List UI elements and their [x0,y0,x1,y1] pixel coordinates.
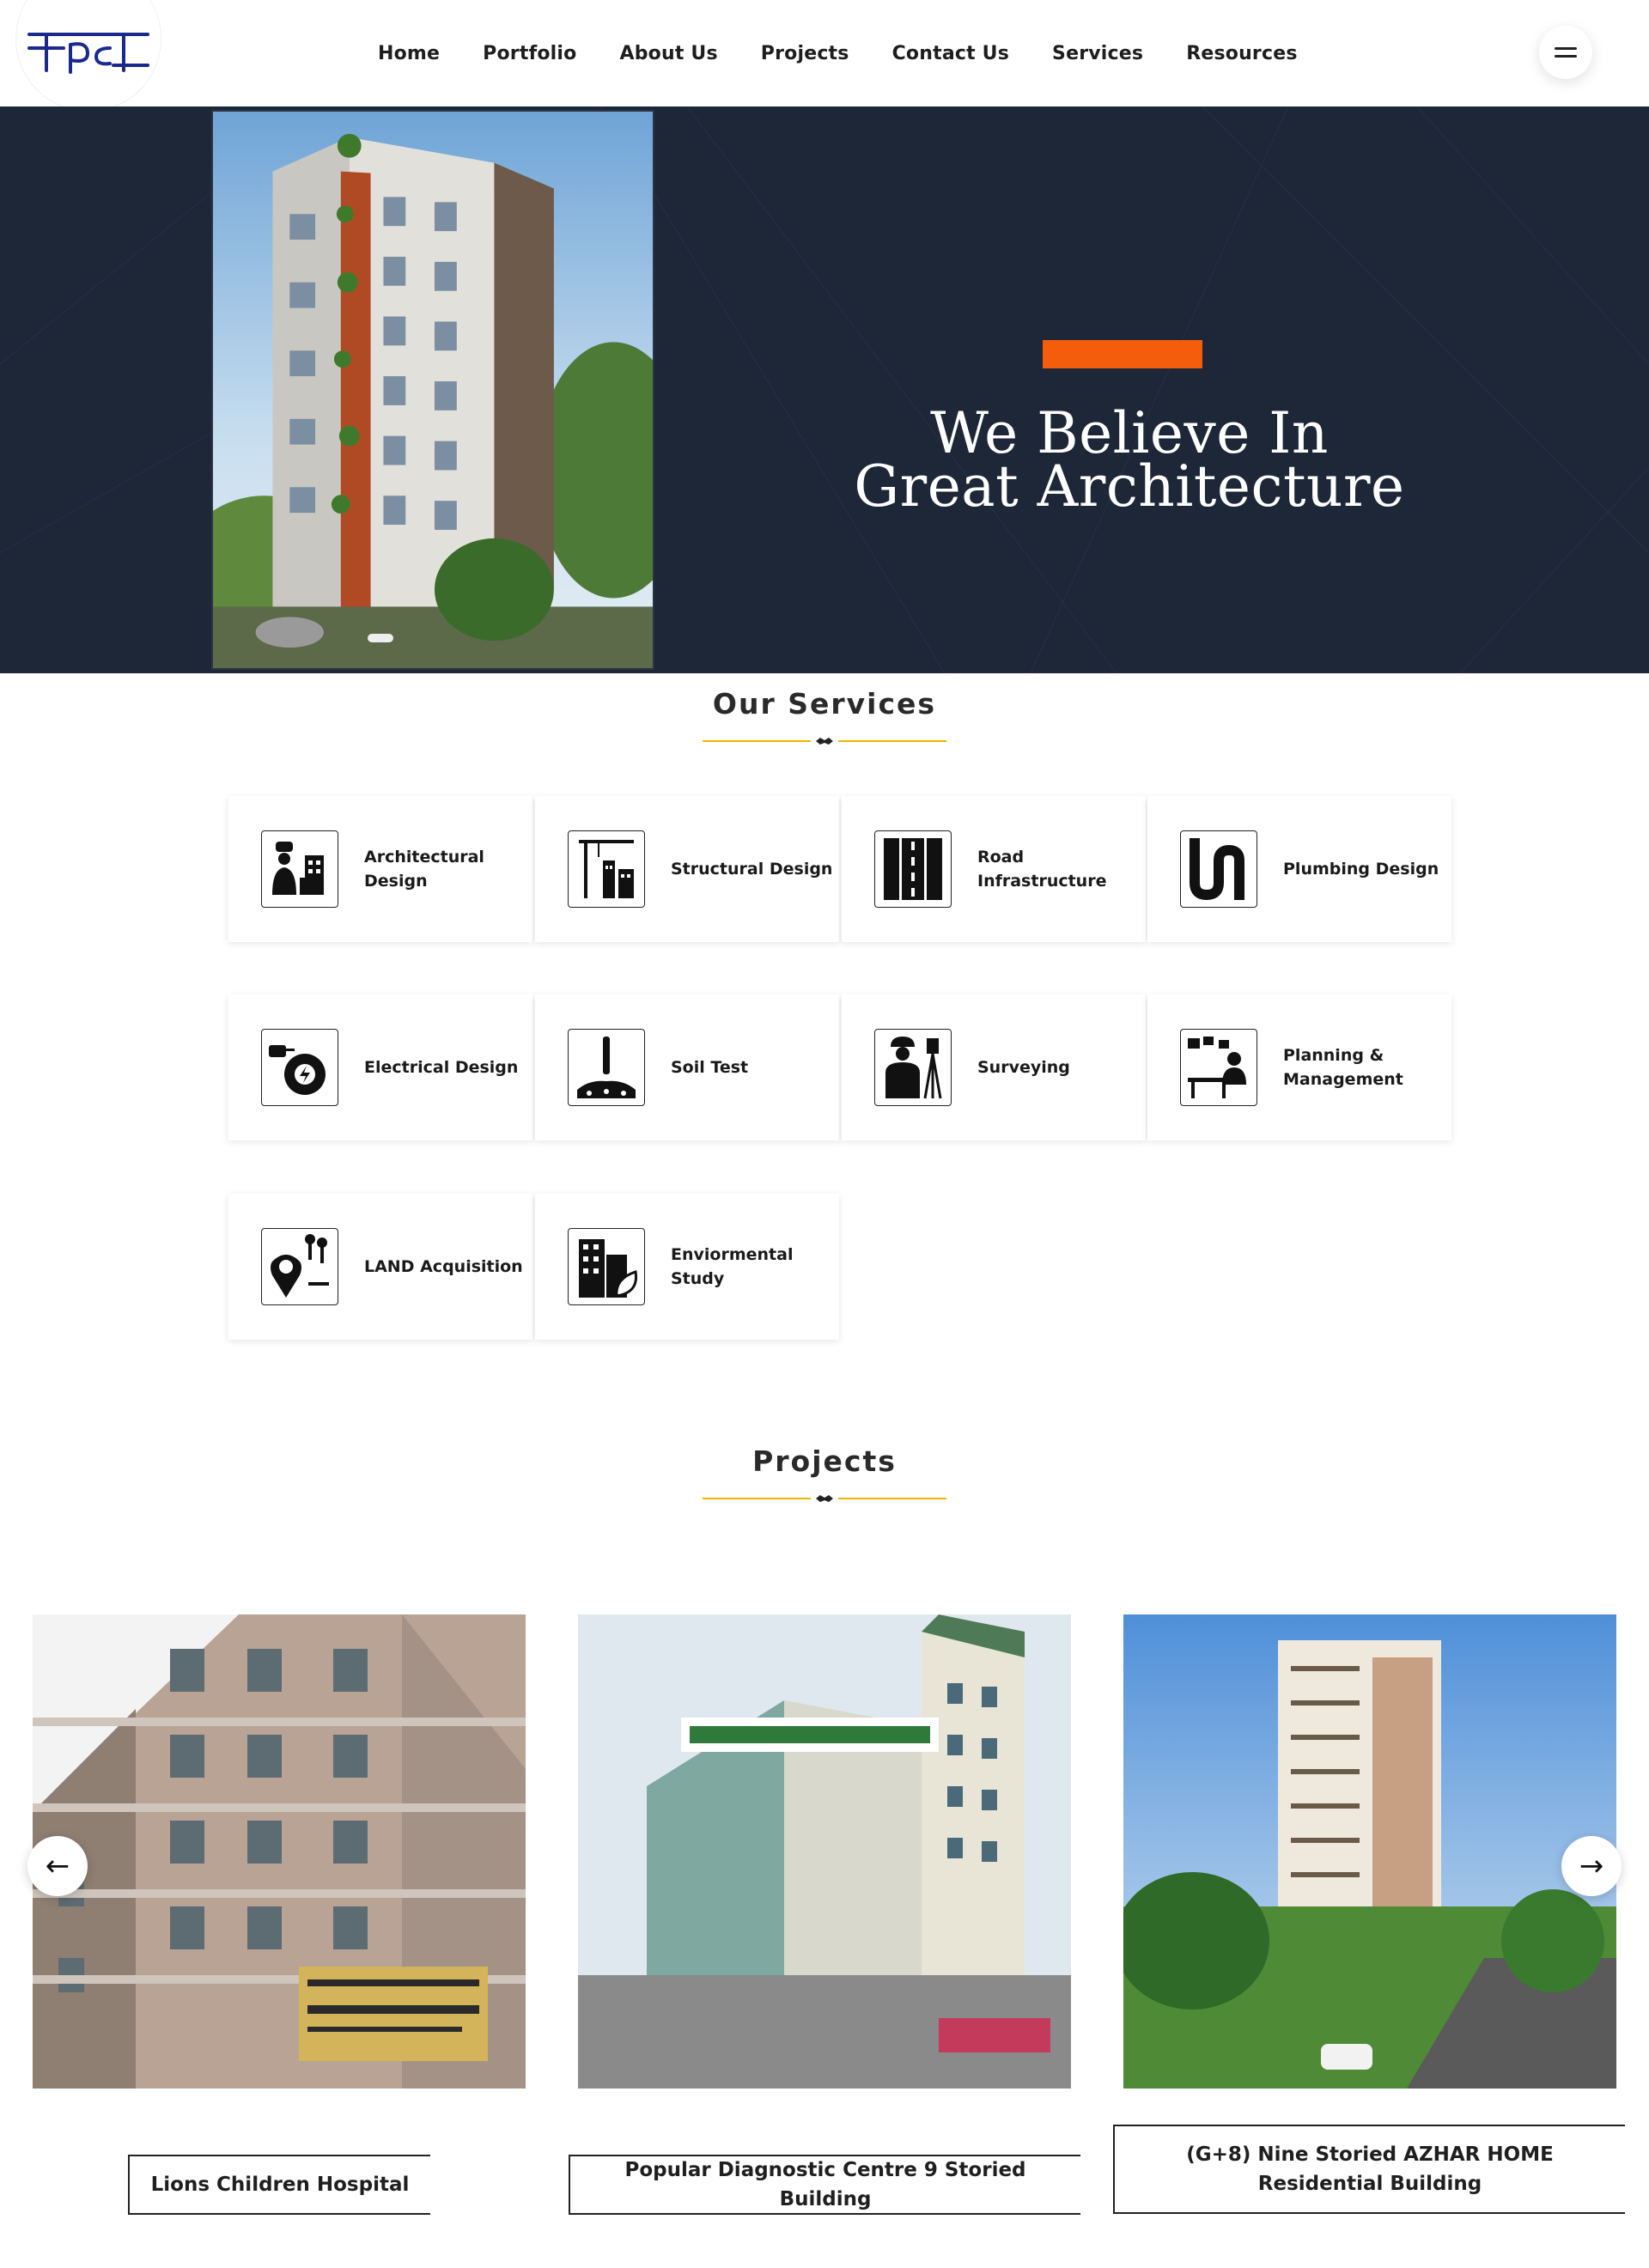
projects-next-button[interactable]: → [1561,1836,1622,1896]
logo-mark-icon [27,33,149,74]
nav-services[interactable]: Services [1052,43,1143,64]
projects-divider [703,1490,946,1507]
handshake-icon [816,738,833,745]
road-icon [874,830,952,908]
service-card-soil-test[interactable]: Soil Test [535,994,839,1140]
nav-contact-us[interactable]: Contact Us [892,43,1009,64]
projects-title: Projects [752,1444,897,1478]
planning-desk-icon [1180,1029,1257,1106]
hamburger-icon [1555,47,1577,50]
service-label: Surveying [977,1058,1070,1077]
hero-title-line-2: Great Architecture [854,453,1405,520]
service-card-environmental[interactable]: Enviormental Study [535,1194,839,1340]
service-label: LAND Acquisition [364,1257,523,1276]
service-card-structural[interactable]: Structural Design [535,796,839,942]
hero-banner: We Believe In Great Architecture [0,106,1649,673]
soil-probe-icon [568,1029,645,1106]
nav-home[interactable]: Home [378,43,440,64]
hero-title: We Believe In Great Architecture [824,400,1434,520]
hamburger-icon-line [1555,55,1577,58]
nav-portfolio[interactable]: Portfolio [483,43,576,64]
green-building-icon [568,1228,645,1305]
service-label: Plumbing Design [1283,860,1439,879]
arrow-right-icon: → [1579,1849,1604,1883]
pipe-icon [1180,830,1257,908]
nav-about-us[interactable]: About Us [619,43,717,64]
hero-accent-bar [1043,340,1202,368]
azhar-home-render [1123,1614,1616,2089]
arrow-left-icon: ← [45,1849,70,1883]
hospital-building-photo [33,1614,526,2089]
hero-title-line-1: We Believe In [930,400,1329,466]
hero-building-image [211,110,654,670]
service-label: Road Infrastructure [977,848,1107,891]
service-label: Soil Test [671,1058,749,1077]
project-caption-1[interactable]: Lions Children Hospital [128,2155,430,2215]
diagnostic-building-photo [578,1614,1071,2089]
project-image-popular-diagnostic[interactable] [578,1614,1071,2089]
main-nav: Home Portfolio About Us Projects Contact… [378,0,1341,106]
service-card-planning[interactable]: Planning & Management [1147,994,1451,1140]
project-image-azhar-home[interactable] [1123,1614,1616,2089]
service-card-road[interactable]: Road Infrastructure [842,796,1146,942]
nav-projects[interactable]: Projects [761,43,849,64]
nav-resources[interactable]: Resources [1186,43,1297,64]
service-card-architectural[interactable]: Architectural Design [228,796,532,942]
service-label: Planning & Management [1283,1046,1403,1089]
electric-plug-gear-icon [261,1029,338,1106]
service-card-surveying[interactable]: Surveying [842,994,1146,1140]
service-card-plumbing[interactable]: Plumbing Design [1147,796,1451,942]
land-location-icon [261,1228,338,1305]
project-image-lions-hospital[interactable] [33,1614,526,2089]
service-card-electrical[interactable]: Electrical Design [228,994,532,1140]
service-label: Electrical Design [364,1058,519,1077]
site-logo[interactable] [27,26,149,76]
handshake-icon [816,1495,833,1502]
project-caption-3[interactable]: (G+8) Nine Storied AZHAR HOME Residentia… [1113,2125,1625,2214]
project-caption-2[interactable]: Popular Diagnostic Centre 9 Storied Buil… [569,2155,1080,2215]
hero-slider-dot[interactable] [368,634,393,642]
structure-crane-icon [568,830,645,908]
projects-prev-button[interactable]: ← [27,1836,88,1896]
hamburger-menu-button[interactable] [1539,26,1592,79]
services-divider [703,733,946,750]
service-label: Enviormental Study [671,1245,794,1288]
architect-icon [261,830,338,908]
services-title: Our Services [712,687,937,721]
service-card-land[interactable]: LAND Acquisition [228,1194,532,1340]
service-label: Structural Design [671,860,833,879]
surveyor-icon [874,1029,952,1106]
service-label: Architectural Design [364,848,484,891]
site-header: Home Portfolio About Us Projects Contact… [0,0,1649,112]
building-render-image [213,112,653,668]
